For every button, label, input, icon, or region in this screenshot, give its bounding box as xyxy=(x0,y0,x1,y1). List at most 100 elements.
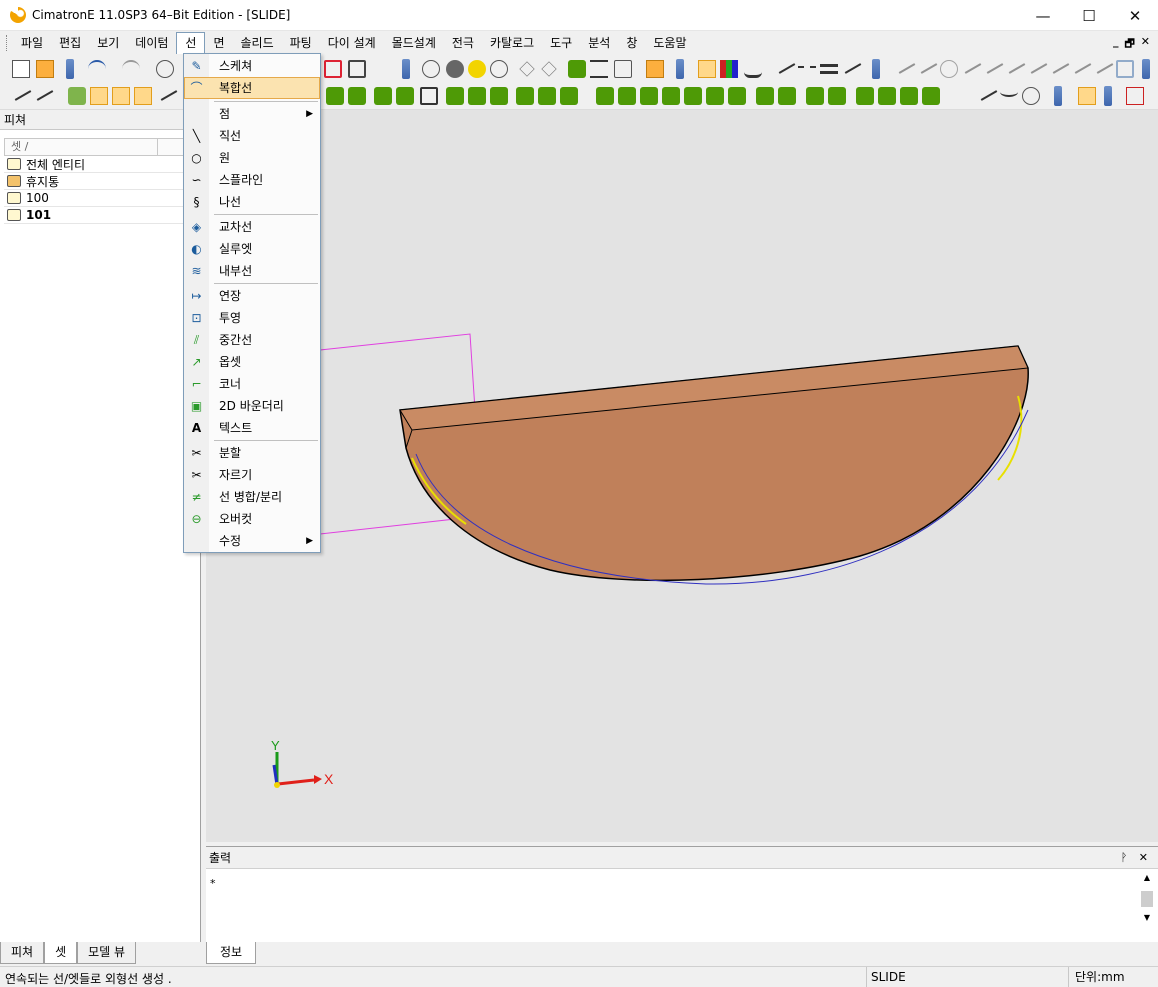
set-column-header[interactable]: 셋 / xyxy=(4,138,196,156)
menu-tools[interactable]: 도구 xyxy=(542,32,580,54)
scroll-up-icon[interactable]: ▲ xyxy=(1140,873,1154,885)
solid-op-icon[interactable] xyxy=(326,87,344,105)
tree-icon[interactable] xyxy=(568,60,586,78)
menu-item-silhouette[interactable]: ◐ 실루엣 xyxy=(184,238,320,260)
menu-item-midline[interactable]: ⫽ 중간선 xyxy=(184,329,320,351)
select-filter-icon[interactable] xyxy=(156,83,178,101)
output-scrollbar[interactable]: ▲ ▼ xyxy=(1140,873,1154,935)
minimize-button[interactable]: — xyxy=(1020,0,1066,31)
menu-item-overcut[interactable]: ⊖ 오버컷 xyxy=(184,508,320,530)
arrow-left-icon[interactable] xyxy=(519,61,535,77)
curve-tool-icon[interactable] xyxy=(960,56,982,74)
menu-item-helix[interactable]: § 나선 xyxy=(184,191,320,213)
surface-op-icon[interactable] xyxy=(662,87,680,105)
curve-tool-icon[interactable] xyxy=(1004,56,1026,74)
undo-icon[interactable] xyxy=(88,60,106,78)
curve-tool-icon[interactable] xyxy=(1070,56,1092,74)
solid-op-icon[interactable] xyxy=(348,87,366,105)
tree-row-set-100[interactable]: 100 xyxy=(4,190,196,207)
surface-op-icon[interactable] xyxy=(684,87,702,105)
menu-datum[interactable]: 데이텀 xyxy=(127,32,176,54)
print-icon[interactable] xyxy=(646,60,664,78)
surface-op-icon[interactable] xyxy=(828,87,846,105)
menu-surface[interactable]: 면 xyxy=(205,32,232,54)
curve-tool-icon[interactable] xyxy=(1048,56,1070,74)
solid-op-icon[interactable] xyxy=(420,87,438,105)
box-view-icon[interactable] xyxy=(324,60,342,78)
surface-op-icon[interactable] xyxy=(778,87,796,105)
menu-item-corner[interactable]: ⌐ 코너 xyxy=(184,373,320,395)
menu-file[interactable]: 파일 xyxy=(13,32,51,54)
menu-item-sketcher[interactable]: ✎ 스케쳐 xyxy=(184,55,320,77)
box-shaded-icon[interactable] xyxy=(348,60,366,78)
toolbar-grip[interactable] xyxy=(66,59,74,79)
menu-line[interactable]: 선 xyxy=(176,32,206,54)
select-mode-icon[interactable] xyxy=(112,87,130,105)
menu-solid[interactable]: 솔리드 xyxy=(233,32,282,54)
frame-tool-icon[interactable] xyxy=(1116,60,1134,78)
line-width-icon[interactable] xyxy=(820,64,838,74)
tree-row-all-entities[interactable]: 전체 엔티티 xyxy=(4,156,196,173)
menu-item-split[interactable]: ✂ 분할 xyxy=(184,442,320,464)
brush-icon[interactable] xyxy=(840,56,862,74)
menu-item-offset[interactable]: ↗ 옵셋 xyxy=(184,351,320,373)
menu-item-project[interactable]: ⊡ 투영 xyxy=(184,307,320,329)
point-icon[interactable] xyxy=(956,87,974,105)
solid-op-icon[interactable] xyxy=(446,87,464,105)
redo-icon[interactable] xyxy=(122,60,140,78)
mdi-minimize-button[interactable]: _ xyxy=(1113,35,1119,54)
menu-mold-design[interactable]: 몰드설계 xyxy=(384,32,444,54)
toolbar-grip[interactable] xyxy=(872,59,880,79)
maximize-button[interactable]: ☐ xyxy=(1066,0,1112,31)
color-palette-icon[interactable] xyxy=(720,60,738,78)
toolbar-grip[interactable] xyxy=(1054,86,1062,106)
surface-op-icon[interactable] xyxy=(900,87,918,105)
line-style-icon[interactable] xyxy=(798,66,816,70)
model-canvas[interactable]: X Y xyxy=(206,110,1158,842)
toolbar-grip[interactable] xyxy=(676,59,684,79)
menu-view[interactable]: 보기 xyxy=(89,32,127,54)
menu-electrode[interactable]: 전극 xyxy=(444,32,482,54)
menu-help[interactable]: 도움말 xyxy=(645,32,694,54)
scroll-down-icon[interactable]: ▼ xyxy=(1140,913,1154,925)
menubar-grip-handle[interactable] xyxy=(6,35,9,51)
toolbar-grip[interactable] xyxy=(1142,59,1150,79)
solid-op-icon[interactable] xyxy=(516,87,534,105)
render-icon[interactable] xyxy=(422,60,440,78)
select-mode-icon[interactable] xyxy=(90,87,108,105)
pick-icon[interactable] xyxy=(10,83,32,101)
circle-tool-icon[interactable] xyxy=(940,60,958,78)
solid-op-icon[interactable] xyxy=(396,87,414,105)
menu-item-internal-curve[interactable]: ≋ 내부선 xyxy=(184,260,320,282)
mdi-close-button[interactable]: ✕ xyxy=(1141,35,1150,54)
surface-op-icon[interactable] xyxy=(618,87,636,105)
tab-info[interactable]: 정보 xyxy=(206,942,256,964)
surface-op-icon[interactable] xyxy=(856,87,874,105)
menu-item-composite-curve[interactable]: ⌒ 복합선 xyxy=(184,77,320,99)
pen-icon[interactable] xyxy=(774,56,796,74)
line-icon[interactable] xyxy=(976,83,998,101)
scroll-thumb[interactable] xyxy=(1141,891,1153,907)
measure-icon[interactable] xyxy=(590,60,608,78)
feature-icon[interactable] xyxy=(68,87,86,105)
menu-catalog[interactable]: 카탈로그 xyxy=(482,32,542,54)
menu-item-spline[interactable]: ∽ 스플라인 xyxy=(184,169,320,191)
toolbar-grip[interactable] xyxy=(402,59,410,79)
menu-die-design[interactable]: 다이 설계 xyxy=(320,32,384,54)
solid-op-icon[interactable] xyxy=(560,87,578,105)
solid-op-icon[interactable] xyxy=(538,87,556,105)
mdi-restore-button[interactable]: 🗗 xyxy=(1124,35,1134,54)
section-icon[interactable] xyxy=(614,60,632,78)
3d-viewport[interactable]: X Y xyxy=(206,110,1158,842)
tree-row-set-101[interactable]: 101 xyxy=(4,207,196,224)
surface-op-icon[interactable] xyxy=(706,87,724,105)
solid-op-icon[interactable] xyxy=(374,87,392,105)
light-on-icon[interactable] xyxy=(468,60,486,78)
select-filter-icon[interactable] xyxy=(698,60,716,78)
menu-item-merge-split[interactable]: ≠ 선 병합/분리 xyxy=(184,486,320,508)
curve-tool-icon[interactable] xyxy=(982,56,1004,74)
menu-item-intersection-curve[interactable]: ◈ 교차선 xyxy=(184,216,320,238)
menu-item-point[interactable]: 점 ▶ xyxy=(184,103,320,125)
output-text-area[interactable]: * ▲ ▼ xyxy=(206,869,1158,941)
menu-edit[interactable]: 편집 xyxy=(51,32,89,54)
